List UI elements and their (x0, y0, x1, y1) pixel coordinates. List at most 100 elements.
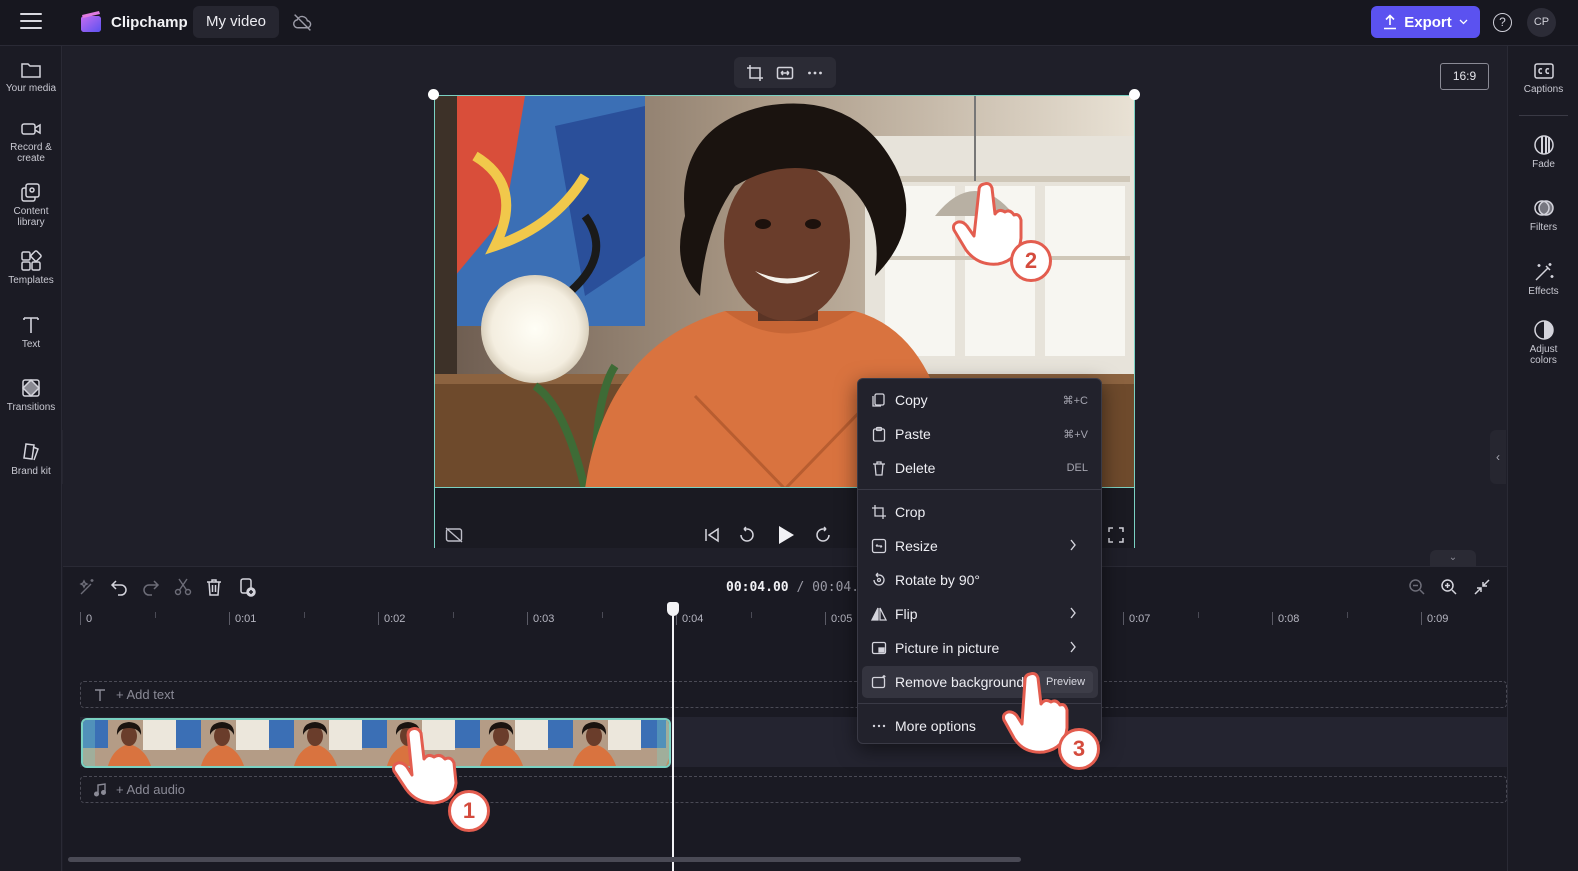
chevron-right-icon (1070, 641, 1076, 653)
ruler-tick (378, 612, 379, 625)
cloud-off-icon[interactable] (292, 12, 313, 33)
menu-item-label: Flip (895, 606, 918, 622)
sidebar-item-text[interactable]: Text (0, 314, 62, 350)
trash-icon[interactable] (204, 577, 224, 597)
zoom-in-icon[interactable] (1439, 577, 1459, 597)
sidebar-divider (1519, 115, 1568, 116)
add-text-track[interactable]: + Add text (80, 681, 1507, 708)
sidebar-item-effects[interactable]: Effects (1508, 261, 1578, 297)
ruler-label: 0:07 (1129, 613, 1151, 625)
timeline-ruler[interactable]: 00:010:020:030:040:050:060:070:080:09 (63, 607, 1507, 632)
sidebar-item-templates[interactable]: Templates (0, 250, 62, 286)
sidebar-label: Transitions (6, 402, 56, 413)
resize-handle-top-left[interactable] (428, 89, 439, 100)
clip-thumbnail (269, 720, 362, 766)
sidebar-item-filters[interactable]: Filters (1508, 197, 1578, 233)
ruler-tick (1272, 612, 1273, 625)
sidebar-item-your-media[interactable]: Your media (0, 60, 62, 94)
project-name-field[interactable]: My video (193, 6, 280, 38)
sidebar-item-brand-kit[interactable]: Brand kit (0, 441, 62, 477)
clipchamp-logo (81, 11, 101, 32)
add-audio-track[interactable]: + Add audio (80, 776, 1507, 803)
sidebar-item-adjust-colors[interactable]: Adjust colors (1508, 319, 1578, 366)
magic-icon[interactable] (78, 577, 98, 597)
ruler-label: 0 (86, 613, 93, 625)
sidebar-item-content-library[interactable]: Content library (0, 181, 62, 228)
sidebar-item-fade[interactable]: Fade (1508, 134, 1578, 170)
clipchamp-editor: Clipchamp My video Export ? CP Your medi… (0, 0, 1578, 871)
aspect-ratio-button[interactable]: 16:9 (1440, 63, 1489, 90)
undo-icon[interactable] (109, 577, 129, 597)
sidebar-item-record-create[interactable]: Record & create (0, 119, 62, 164)
redo-icon[interactable] (141, 577, 161, 597)
ruler-label: 0:02 (384, 613, 406, 625)
captions-off-icon[interactable] (445, 527, 463, 543)
playhead[interactable] (672, 602, 674, 871)
remove-background-icon (871, 675, 886, 689)
ruler-label: 0:08 (1278, 613, 1300, 625)
ruler-minor-tick (452, 612, 454, 618)
fit-timeline-icon[interactable] (1472, 577, 1492, 597)
crop-icon[interactable] (746, 64, 764, 82)
play-icon[interactable] (776, 524, 796, 546)
fit-icon[interactable] (776, 64, 794, 82)
camera-icon (21, 123, 41, 135)
menu-item-copy[interactable]: Copy ⌘+C (862, 384, 1098, 416)
menu-item-delete[interactable]: Delete DEL (862, 452, 1098, 484)
brand-kit-icon (23, 443, 39, 461)
text-icon (95, 689, 105, 701)
menu-item-label: Picture in picture (895, 640, 1000, 656)
ruler-label: 0:04 (682, 613, 704, 625)
chevron-down-icon (1459, 19, 1468, 25)
menu-item-flip[interactable]: Flip (862, 598, 1098, 630)
menu-item-crop[interactable]: Crop (862, 496, 1098, 528)
forward-5-icon[interactable] (813, 525, 833, 545)
clip-trim-handle-right[interactable] (657, 720, 669, 766)
sidebar-item-transitions[interactable]: Transitions (0, 377, 62, 413)
sidebar-item-captions[interactable]: Captions (1508, 61, 1578, 95)
expand-preview-tab[interactable]: ⌄ (1430, 550, 1476, 566)
export-button[interactable]: Export (1371, 6, 1480, 38)
pip-icon (871, 641, 887, 655)
ruler-label: 0:03 (533, 613, 555, 625)
menu-item-picture-in-picture[interactable]: Picture in picture (862, 632, 1098, 664)
menu-icon[interactable] (20, 13, 42, 31)
ruler-minor-tick (1346, 612, 1348, 618)
shortcut-label: ⌘+C (1062, 394, 1088, 407)
rewind-5-icon[interactable] (737, 525, 757, 545)
flip-icon (871, 607, 887, 621)
fullscreen-icon[interactable] (1108, 527, 1124, 543)
avatar[interactable]: CP (1527, 8, 1556, 37)
menu-item-paste[interactable]: Paste ⌘+V (862, 418, 1098, 450)
ruler-minor-tick (601, 612, 603, 618)
ruler-tick (80, 612, 81, 625)
duplicate-icon[interactable] (237, 577, 257, 597)
skip-back-icon[interactable] (703, 526, 721, 544)
clip-trim-handle-left[interactable] (83, 720, 95, 766)
sidebar-label: Content library (13, 206, 49, 228)
playhead-handle[interactable] (667, 602, 679, 616)
more-icon[interactable] (806, 64, 824, 82)
menu-item-label: Rotate by 90° (895, 572, 980, 588)
text-icon (23, 317, 39, 333)
shortcut-label: ⌘+V (1063, 428, 1088, 441)
floating-toolbar (734, 57, 836, 88)
menu-item-resize[interactable]: Resize (862, 530, 1098, 562)
scissors-icon[interactable] (173, 577, 193, 597)
timeline-scrollbar[interactable] (68, 857, 1021, 862)
video-clip[interactable] (81, 718, 671, 768)
ruler-label: 0:05 (831, 613, 853, 625)
resize-handle-top-right[interactable] (1129, 89, 1140, 100)
clip-thumbnail (83, 720, 176, 766)
menu-item-rotate[interactable]: Rotate by 90° (862, 564, 1098, 596)
zoom-out-icon[interactable] (1407, 577, 1427, 597)
sidebar-label: Templates (8, 275, 54, 286)
collapse-right-panel-button[interactable]: ‹ (1490, 430, 1506, 484)
resize-icon (871, 538, 887, 554)
step-marker: 1 (448, 790, 490, 832)
more-icon (872, 724, 886, 728)
ruler-tick (229, 612, 230, 625)
menu-item-label: More options (895, 718, 976, 734)
help-icon[interactable]: ? (1493, 13, 1512, 32)
ruler-tick (1421, 612, 1422, 625)
